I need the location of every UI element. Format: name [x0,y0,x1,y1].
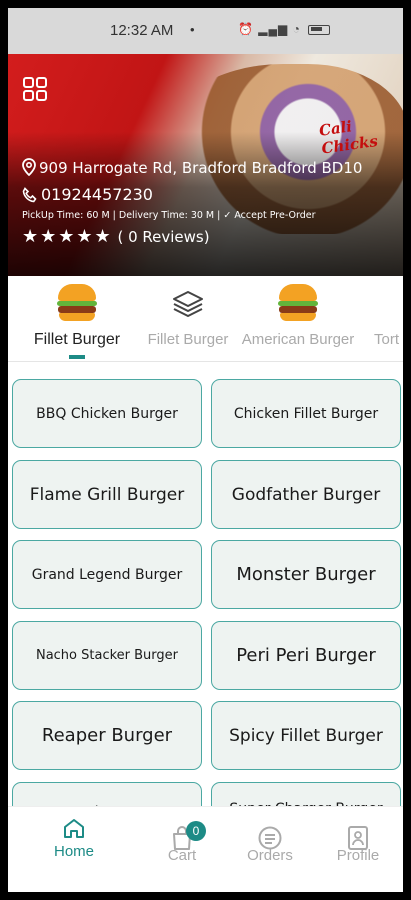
product-card[interactable]: Munch Burger [12,782,202,806]
nav-cart[interactable]: 0 Cart [142,817,222,864]
nav-profile-label: Profile [336,847,380,864]
status-bar: 12:32 AM • ⏰ ▂▄▆ ◔ [8,8,403,54]
product-card[interactable]: Super Charger Burger [211,782,401,806]
tab-label: Fillet Burger [147,331,229,348]
nav-home[interactable]: Home [34,817,114,860]
nav-profile[interactable]: Profile [318,817,398,864]
tab-fillet-burger[interactable]: Fillet Burger [18,284,136,359]
star-rating-icon: ★★★★★ [22,226,113,247]
product-card[interactable]: Reaper Burger [12,701,202,770]
home-icon [64,819,84,838]
nav-orders-label: Orders [247,847,293,864]
nav-home-label: Home [53,843,94,860]
address-text: 909 Harrogate Rd, Bradford Bradford BD10 [39,159,363,177]
tab-label: Tort [374,331,400,348]
product-card[interactable]: Peri Peri Burger [211,621,401,690]
status-time: 12:32 AM [110,22,174,39]
product-card[interactable]: Godfather Burger [211,460,401,529]
product-card[interactable]: Nacho Stacker Burger [12,621,202,690]
wifi-icon: ◔ [292,22,301,36]
location-pin-icon [22,158,36,177]
product-card[interactable]: Grand Legend Burger [12,540,202,609]
cart-count-badge: 0 [186,821,206,841]
reviews-count: ( 0 Reviews) [117,228,210,246]
phone-screen: 12:32 AM • ⏰ ▂▄▆ ◔ Cali Chicks 909 Harro… [8,8,403,892]
active-tab-indicator [69,355,85,359]
nav-orders[interactable]: Orders [230,817,310,864]
phone-text: 01924457230 [41,185,153,204]
status-icons: ⏰ ▂▄▆ ◔ [238,22,331,36]
category-tabs: Fillet Burger Fillet Burger American Bur… [8,276,403,362]
product-card[interactable]: Chicken Fillet Burger [211,379,401,448]
burger-icon [278,284,318,322]
layers-icon [173,291,203,317]
product-card[interactable]: BBQ Chicken Burger [12,379,202,448]
restaurant-banner: Cali Chicks 909 Harrogate Rd, Bradford B… [8,54,403,276]
menu-grid-icon[interactable] [22,76,48,102]
restaurant-phone[interactable]: 01924457230 [22,185,153,204]
burger-icon [57,284,97,322]
product-card[interactable]: Spicy Fillet Burger [211,701,401,770]
product-card[interactable]: Monster Burger [211,540,401,609]
bottom-navigation: Home 0 Cart Orders Profile [8,806,403,892]
nav-cart-label: Cart [167,847,197,864]
notification-dot: • [190,22,195,37]
signal-icon: ▂▄▆ [258,22,289,36]
tab-label: Fillet Burger [33,331,121,348]
tab-tort[interactable]: Tort [374,284,403,348]
tab-label: American Burger [241,331,355,348]
rating[interactable]: ★★★★★ ( 0 Reviews) [22,226,210,247]
tab-american-burger[interactable]: American Burger [238,284,358,348]
phone-icon [22,187,37,203]
restaurant-address: 909 Harrogate Rd, Bradford Bradford BD10 [22,158,362,177]
product-card[interactable]: Flame Grill Burger [12,460,202,529]
pickup-delivery-times: PickUp Time: 60 M | Delivery Time: 30 M … [22,210,316,221]
tab-fillet-burger-2[interactable]: Fillet Burger [132,284,244,348]
alarm-icon: ⏰ [238,22,254,36]
battery-icon [308,24,331,35]
product-grid: BBQ Chicken Burger Chicken Fillet Burger… [8,363,403,806]
